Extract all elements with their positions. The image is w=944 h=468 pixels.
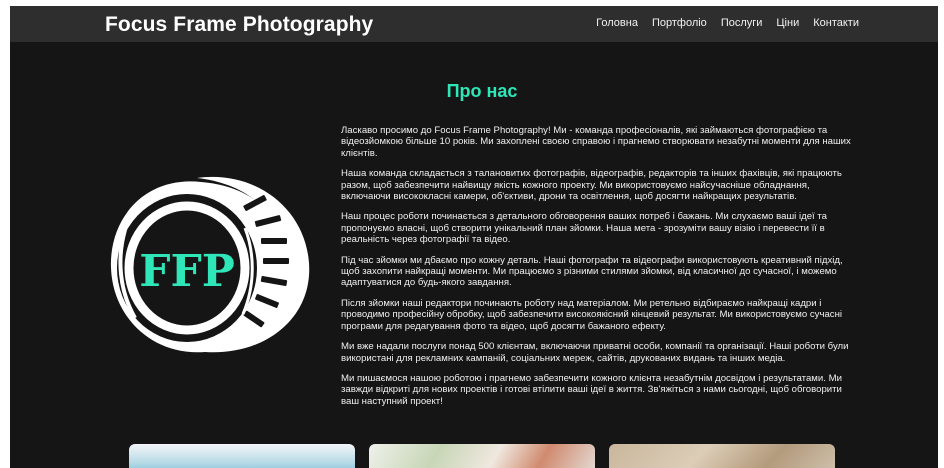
gallery-preview [129,444,835,468]
gallery-card-1[interactable] [129,444,355,468]
ffp-lens-logo: FFP [110,176,310,353]
about-paragraph: Наша команда складається з талановитих ф… [341,168,842,203]
nav-services[interactable]: Послуги [721,17,763,29]
about-paragraph: Ласкаво просимо до Focus Frame Photograp… [341,125,851,159]
about-text: Ласкаво просимо до Focus Frame Photograp… [341,125,853,416]
site-header: Focus Frame Photography Головна Портфолі… [10,6,938,42]
about-paragraph: Ми вже надали послуги понад 500 клієнтам… [341,341,849,364]
about-paragraph: Наш процес роботи починається з детально… [341,211,827,246]
gallery-card-2[interactable] [369,444,595,468]
about-paragraph: Після зйомки наші редактори починають ро… [341,297,843,332]
nav-home[interactable]: Головна [596,17,638,29]
nav-contacts[interactable]: Контакти [813,17,859,29]
about-paragraph: Під час зйомки ми дбаємо про кожну детал… [341,254,843,289]
page: Focus Frame Photography Головна Портфолі… [10,6,938,468]
about-paragraph: Ми пишаємося нашою роботою і прагнемо за… [341,372,842,407]
nav-portfolio[interactable]: Портфоліо [652,17,707,29]
about-title: Про нас [446,81,518,101]
nav-prices[interactable]: Ціни [776,17,799,29]
main-nav: Головна Портфоліо Послуги Ціни Контакти [596,17,859,29]
gallery-card-3[interactable] [609,444,835,468]
logo-text: FFP [139,246,235,297]
site-brand[interactable]: Focus Frame Photography [105,13,373,37]
